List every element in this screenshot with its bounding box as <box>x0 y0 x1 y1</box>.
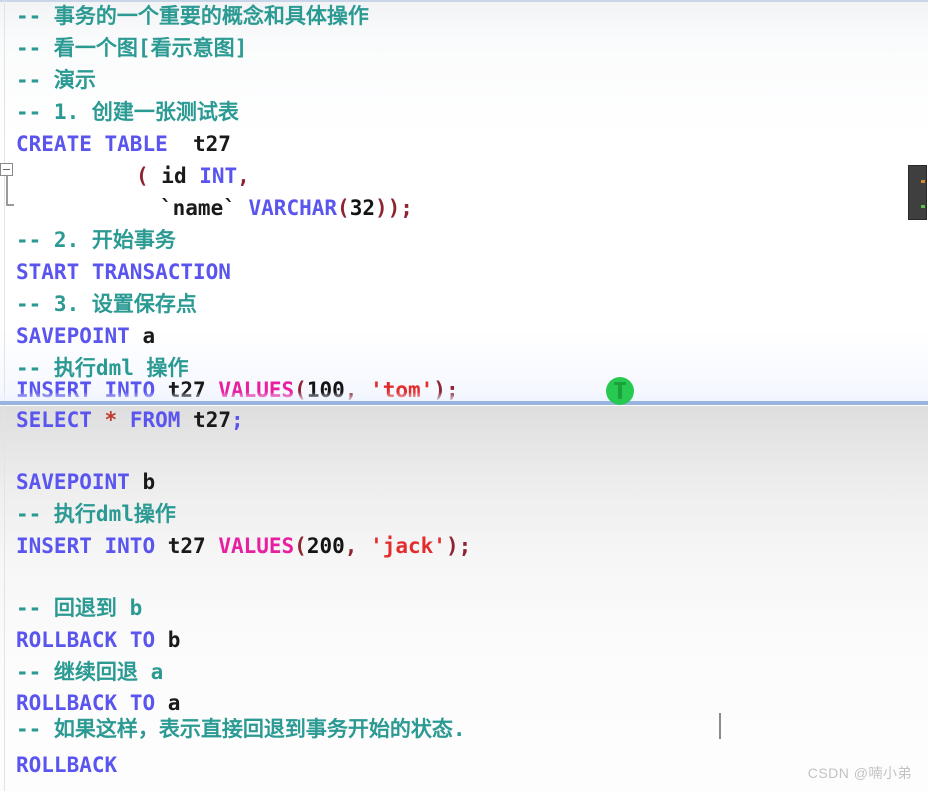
code-line[interactable]: ROLLBACK TO b <box>16 624 180 656</box>
code-line[interactable]: -- 演示 <box>16 64 96 96</box>
code-token-ident: b <box>129 470 156 494</box>
code-line[interactable]: CREATE TABLE t27 <box>16 128 231 160</box>
code-token-op: * <box>104 408 118 432</box>
code-token-kw: ROLLBACK <box>16 628 118 652</box>
scrollbar-marker-warning <box>921 180 925 183</box>
code-token-paren: , <box>237 164 250 188</box>
code-token-cmt: -- 1. 创建一张测试表 <box>16 100 239 124</box>
code-token-ident <box>92 408 105 432</box>
fold-foot-line <box>6 204 14 206</box>
code-line[interactable]: -- 看一个图[看示意图] <box>16 32 247 64</box>
code-line[interactable]: -- 事务的一个重要的概念和具体操作 <box>16 0 369 32</box>
code-token-ident: b <box>155 628 181 652</box>
code-line[interactable]: SELECT * FROM t27; <box>16 404 244 436</box>
code-line[interactable]: -- 如果这样，表示直接回退到事务开始的状态. <box>16 713 466 745</box>
code-token-ident <box>117 628 130 652</box>
code-token-kw: FROM <box>129 408 181 432</box>
sql-editor-window: -- 事务的一个重要的概念和具体操作 -- 看一个图[看示意图] -- 演示 -- 1… <box>0 0 928 791</box>
code-line[interactable]: -- 回退到 b <box>16 592 142 624</box>
vertical-scrollbar[interactable] <box>908 0 928 791</box>
code-token-ident <box>357 534 370 558</box>
code-line[interactable]: -- 执行dml操作 <box>16 498 176 530</box>
code-token-cmt: -- 3. 设置保存点 <box>16 292 197 316</box>
code-token-ident: `name` <box>160 196 236 220</box>
code-line[interactable]: START TRANSACTION <box>16 256 231 288</box>
run-statement-badge[interactable] <box>606 377 634 405</box>
code-token-ident <box>92 132 105 156</box>
code-token-cmt: -- 2. 开始事务 <box>16 228 176 252</box>
code-line[interactable]: `name` VARCHAR(32)); <box>160 192 413 224</box>
code-token-kw: ROLLBACK <box>16 691 118 715</box>
code-token-ident: a <box>129 324 156 348</box>
code-token-kw: CREATE <box>16 132 92 156</box>
code-token-kw: SAVEPOINT <box>16 470 130 494</box>
code-token-paren: ); <box>445 534 472 558</box>
code-token-kw: INT <box>199 164 238 188</box>
code-token-kw: SAVEPOINT <box>16 324 130 348</box>
code-token-ident: t27 <box>180 408 231 432</box>
code-line[interactable]: -- 1. 创建一张测试表 <box>16 96 239 128</box>
code-token-paren: ( <box>294 534 307 558</box>
code-line[interactable]: SAVEPOINT a <box>16 320 155 352</box>
code-line[interactable]: ROLLBACK <box>16 749 117 781</box>
current-line-divider <box>0 401 928 405</box>
code-token-ident <box>117 408 130 432</box>
code-line[interactable]: -- 2. 开始事务 <box>16 224 176 256</box>
code-token-paren: , <box>344 534 358 558</box>
scrollbar-thumb[interactable] <box>908 165 927 220</box>
csdn-watermark: CSDN @喃小弟 <box>807 765 912 781</box>
code-token-kw: INTO <box>104 534 156 558</box>
code-token-kw: START <box>16 260 80 284</box>
fold-collapse-icon[interactable] <box>0 163 13 176</box>
code-token-ident: t27 <box>155 534 219 558</box>
code-token-paren: ( <box>337 196 350 220</box>
code-token-str: 'jack' <box>370 534 446 558</box>
code-token-ident: id <box>148 164 200 188</box>
scrollbar-marker-ok <box>921 205 925 208</box>
code-token-kw: TO <box>129 628 156 652</box>
code-token-kw: ROLLBACK <box>16 753 118 777</box>
code-token-func: VALUES <box>218 534 295 558</box>
code-token-cmt: -- 事务的一个重要的概念和具体操作 <box>16 4 369 28</box>
code-token-num: 200 <box>306 534 345 558</box>
code-token-kw: TABLE <box>104 132 168 156</box>
code-token-cmt: -- 执行dml操作 <box>16 502 176 526</box>
code-token-cmt: -- 演示 <box>16 68 96 92</box>
code-line[interactable]: INSERT INTO t27 VALUES(200, 'jack'); <box>16 530 471 562</box>
code-fold-marker[interactable] <box>0 163 26 213</box>
code-line[interactable]: ( id INT, <box>136 160 250 192</box>
code-token-cmt: -- 如果这样，表示直接回退到事务开始的状态. <box>16 717 466 741</box>
code-line[interactable]: -- 继续回退 a <box>16 656 163 688</box>
code-token-kw: VARCHAR <box>248 196 338 220</box>
code-line[interactable]: SAVEPOINT b <box>16 466 155 498</box>
code-token-cmt: -- 回退到 b <box>16 596 143 620</box>
code-token-ident <box>236 196 249 220</box>
code-token-kw: TRANSACTION <box>91 260 231 284</box>
code-token-ident <box>117 691 130 715</box>
text-caret <box>719 713 721 739</box>
code-token-ident <box>92 534 105 558</box>
pin-icon <box>618 383 622 399</box>
code-token-ident: t27 <box>167 132 231 156</box>
code-token-num: 32 <box>349 196 375 220</box>
code-token-paren: ( <box>136 164 149 188</box>
code-line[interactable]: -- 3. 设置保存点 <box>16 288 197 320</box>
fold-stem-line <box>6 176 8 206</box>
code-token-kw: SELECT <box>16 408 92 432</box>
code-token-cmt: -- 继续回退 a <box>16 660 164 684</box>
code-token-kw: INSERT <box>16 534 92 558</box>
code-token-ident <box>79 260 92 284</box>
code-token-ident: a <box>155 691 181 715</box>
code-token-paren: )); <box>374 196 413 220</box>
code-token-cmt: -- 看一个图[看示意图] <box>16 36 248 60</box>
code-token-punct: ; <box>230 408 244 432</box>
code-token-kw: TO <box>129 691 156 715</box>
